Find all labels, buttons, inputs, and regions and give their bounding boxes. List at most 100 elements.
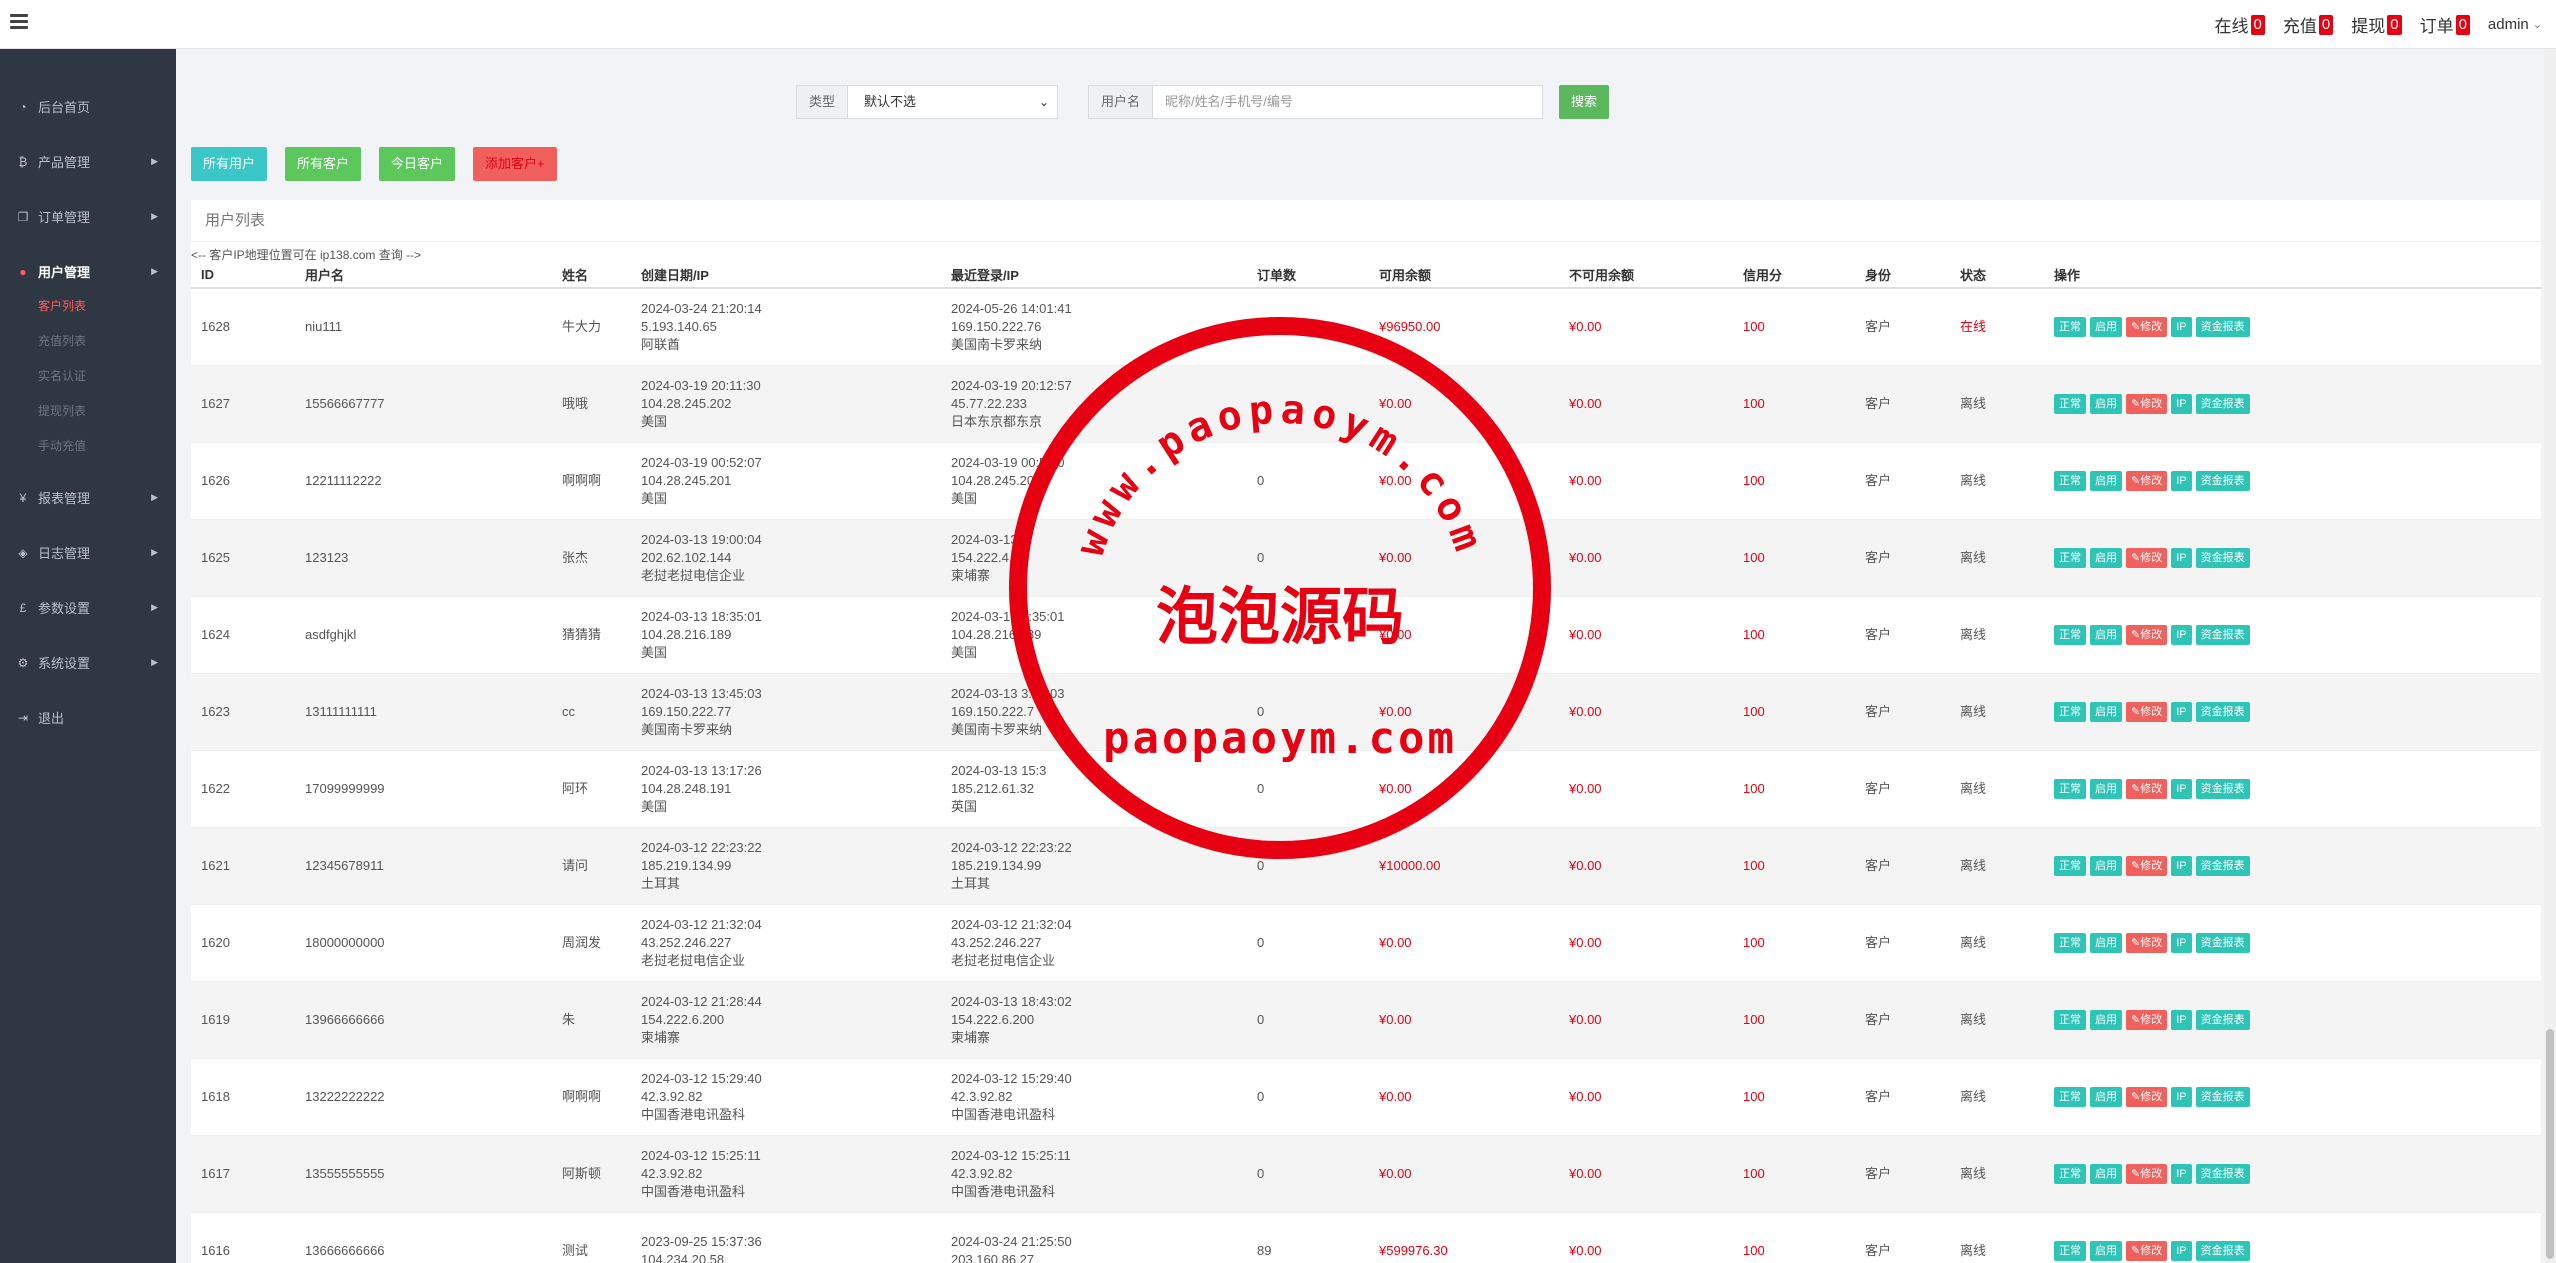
status-normal-button[interactable]: 正常 <box>2054 624 2086 645</box>
search-button[interactable]: 搜索 <box>1559 85 1610 119</box>
fund-report-button[interactable]: 资金报表 <box>2195 470 2250 491</box>
edit-button[interactable]: ✎修改 <box>2126 547 2168 568</box>
fund-report-button[interactable]: 资金报表 <box>2195 778 2250 799</box>
sidebar-item-users[interactable]: ● 用户管理 ▶ <box>0 244 176 299</box>
status-normal-button[interactable]: 正常 <box>2054 1009 2086 1030</box>
status-normal-button[interactable]: 正常 <box>2054 1163 2086 1184</box>
status-normal-button[interactable]: 正常 <box>2054 316 2086 337</box>
sidebar-item-system[interactable]: ⚙ 系统设置 ▶ <box>0 635 176 690</box>
nav-online[interactable]: 在线 0 <box>2215 12 2265 37</box>
enable-button[interactable]: 启用 <box>2090 855 2122 876</box>
status-normal-button[interactable]: 正常 <box>2054 1086 2086 1107</box>
ip-button[interactable]: IP <box>2171 1086 2192 1107</box>
fund-report-button[interactable]: 资金报表 <box>2195 547 2250 568</box>
ip-button[interactable]: IP <box>2171 393 2192 414</box>
ip-button[interactable]: IP <box>2171 470 2192 491</box>
edit-button[interactable]: ✎修改 <box>2126 1086 2168 1107</box>
sidebar-item-reports[interactable]: ¥ 报表管理 ▶ <box>0 470 176 525</box>
sidebar-item-params[interactable]: £ 参数设置 ▶ <box>0 580 176 635</box>
status-normal-button[interactable]: 正常 <box>2054 701 2086 722</box>
edit-button[interactable]: ✎修改 <box>2126 470 2168 491</box>
edit-button[interactable]: ✎修改 <box>2126 855 2168 876</box>
enable-button[interactable]: 启用 <box>2090 1240 2122 1261</box>
status-normal-button[interactable]: 正常 <box>2054 1240 2086 1261</box>
ip-button[interactable]: IP <box>2171 855 2192 876</box>
enable-button[interactable]: 启用 <box>2090 701 2122 722</box>
ip-button[interactable]: IP <box>2171 316 2192 337</box>
ip-button[interactable]: IP <box>2171 932 2192 953</box>
enable-button[interactable]: 启用 <box>2090 932 2122 953</box>
login-date: 2024-03-13 18:43:02 <box>951 993 1072 1009</box>
ip-button[interactable]: IP <box>2171 1009 2192 1030</box>
sidebar-item-products[interactable]: ₿ 产品管理 ▶ <box>0 134 176 189</box>
submenu-recharge-list[interactable]: 充值列表 <box>38 324 176 359</box>
enable-button[interactable]: 启用 <box>2090 624 2122 645</box>
nav-withdraw[interactable]: 提现 0 <box>2351 12 2402 37</box>
ip-button[interactable]: IP <box>2171 547 2192 568</box>
all-customers-button[interactable]: 所有客户 <box>285 147 362 181</box>
sidebar-item-logout[interactable]: ⇥ 退出 <box>0 690 176 745</box>
fund-report-button[interactable]: 资金报表 <box>2195 1009 2250 1030</box>
ip-button[interactable]: IP <box>2171 1163 2192 1184</box>
edit-button[interactable]: ✎修改 <box>2126 778 2168 799</box>
status-normal-button[interactable]: 正常 <box>2054 778 2086 799</box>
submenu-withdraw-list[interactable]: 提现列表 <box>38 394 176 429</box>
fund-report-button[interactable]: 资金报表 <box>2195 393 2250 414</box>
enable-button[interactable]: 启用 <box>2090 470 2122 491</box>
username-search-input[interactable]: 昵称/姓名/手机号/编号 <box>1153 85 1544 119</box>
fund-report-button[interactable]: 资金报表 <box>2195 1086 2250 1107</box>
copy-icon: ❐ <box>17 209 29 224</box>
enable-button[interactable]: 启用 <box>2090 316 2122 337</box>
edit-button[interactable]: ✎修改 <box>2126 316 2168 337</box>
edit-button[interactable]: ✎修改 <box>2126 1009 2168 1030</box>
fund-report-button[interactable]: 资金报表 <box>2195 1240 2250 1261</box>
nav-recharge[interactable]: 充值 0 <box>2283 12 2334 37</box>
fund-report-button[interactable]: 资金报表 <box>2195 701 2250 722</box>
col-status: 状态 <box>1950 262 2044 289</box>
nav-orders[interactable]: 订单 0 <box>2420 12 2470 37</box>
submenu-manual-recharge[interactable]: 手动充值 <box>38 429 176 464</box>
hamburger-menu-icon[interactable] <box>10 14 28 30</box>
ip-button[interactable]: IP <box>2171 624 2192 645</box>
cell-orders: 0 <box>1247 827 1369 905</box>
fund-report-button[interactable]: 资金报表 <box>2195 932 2250 953</box>
edit-button[interactable]: ✎修改 <box>2126 1240 2168 1261</box>
edit-button[interactable]: ✎修改 <box>2126 701 2168 722</box>
edit-button[interactable]: ✎修改 <box>2126 393 2168 414</box>
status-normal-button[interactable]: 正常 <box>2054 855 2086 876</box>
sidebar-item-dashboard[interactable]: ◔ 后台首页 <box>0 79 176 134</box>
online-count-badge: 0 <box>2250 14 2265 35</box>
status-normal-button[interactable]: 正常 <box>2054 470 2086 491</box>
status-normal-button[interactable]: 正常 <box>2054 393 2086 414</box>
ip-button[interactable]: IP <box>2171 1240 2192 1261</box>
fund-report-button[interactable]: 资金报表 <box>2195 316 2250 337</box>
cell-frozen: ¥0.00 <box>1559 365 1733 443</box>
scrollbar[interactable] <box>2544 49 2556 1263</box>
add-customer-button[interactable]: 添加客户+ <box>473 147 557 181</box>
status-normal-button[interactable]: 正常 <box>2054 932 2086 953</box>
sidebar-item-orders[interactable]: ❐ 订单管理 ▶ <box>0 189 176 244</box>
fund-report-button[interactable]: 资金报表 <box>2195 624 2250 645</box>
status-normal-button[interactable]: 正常 <box>2054 547 2086 568</box>
edit-button[interactable]: ✎修改 <box>2126 932 2168 953</box>
enable-button[interactable]: 启用 <box>2090 1163 2122 1184</box>
edit-button[interactable]: ✎修改 <box>2126 624 2168 645</box>
fund-report-button[interactable]: 资金报表 <box>2195 1163 2250 1184</box>
sidebar-item-logs[interactable]: ◈ 日志管理 ▶ <box>0 525 176 580</box>
enable-button[interactable]: 启用 <box>2090 1009 2122 1030</box>
ip-button[interactable]: IP <box>2171 778 2192 799</box>
edit-button[interactable]: ✎修改 <box>2126 1163 2168 1184</box>
type-select[interactable]: 默认不选 ⌄ <box>848 85 1059 119</box>
fund-report-button[interactable]: 资金报表 <box>2195 855 2250 876</box>
today-customers-button[interactable]: 今日客户 <box>379 147 456 181</box>
enable-button[interactable]: 启用 <box>2090 547 2122 568</box>
enable-button[interactable]: 启用 <box>2090 778 2122 799</box>
enable-button[interactable]: 启用 <box>2090 393 2122 414</box>
scrollbar-thumb[interactable] <box>2546 1029 2554 1259</box>
created-location: 中国香港电讯盈科 <box>641 1106 746 1122</box>
submenu-realname-auth[interactable]: 实名认证 <box>38 359 176 394</box>
all-users-button[interactable]: 所有用户 <box>191 147 268 181</box>
ip-button[interactable]: IP <box>2171 701 2192 722</box>
enable-button[interactable]: 启用 <box>2090 1086 2122 1107</box>
admin-user-menu[interactable]: admin ⌄ <box>2488 16 2542 33</box>
